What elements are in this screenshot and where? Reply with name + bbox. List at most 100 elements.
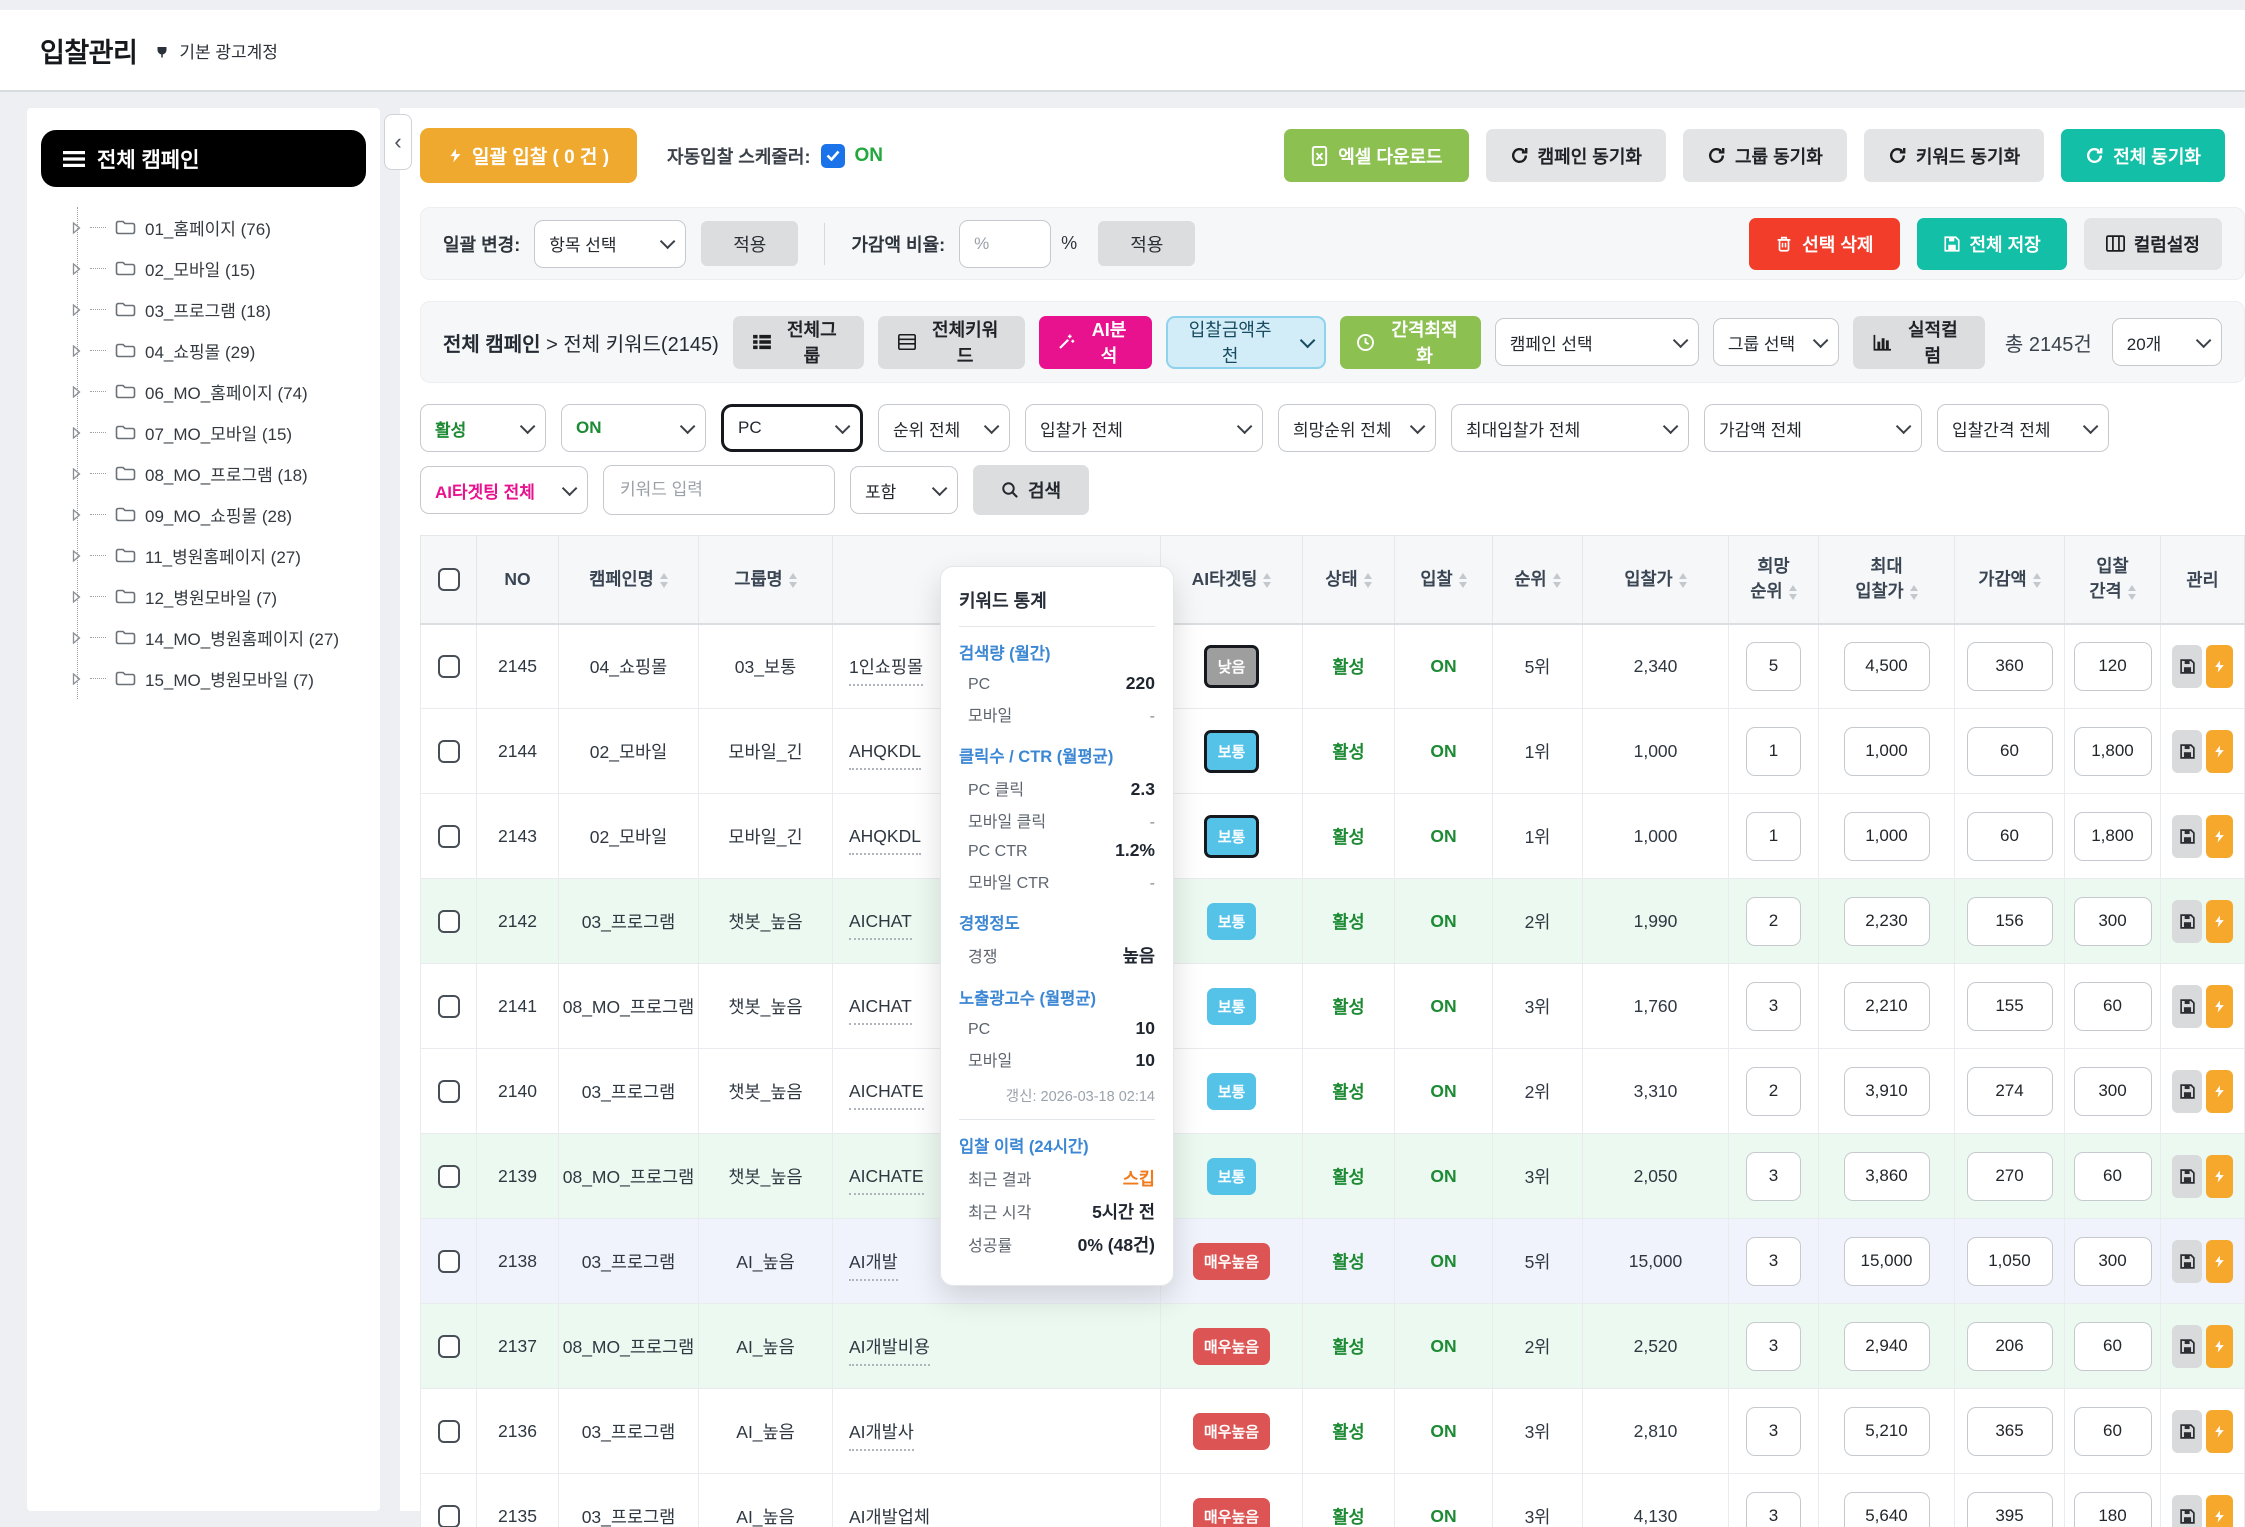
- hope-rank-input[interactable]: [1746, 1152, 1801, 1201]
- bid-price-filter[interactable]: 입찰가 전체: [1025, 404, 1263, 452]
- campaign-tree-item[interactable]: 01_홈페이지 (76): [72, 207, 366, 248]
- max-bid-input[interactable]: [1844, 1492, 1930, 1527]
- keyword-link[interactable]: AICHATE: [849, 1081, 924, 1110]
- row-bid-now-button[interactable]: [2206, 900, 2233, 943]
- expander-icon[interactable]: [72, 263, 81, 275]
- row-checkbox[interactable]: [438, 1335, 460, 1358]
- max-bid-input[interactable]: [1844, 727, 1930, 776]
- excel-download-button[interactable]: 엑셀 다운로드: [1284, 129, 1468, 182]
- col-rank[interactable]: 순위: [1493, 536, 1583, 624]
- max-bid-input[interactable]: [1844, 642, 1930, 691]
- expander-icon[interactable]: [72, 509, 81, 521]
- ai-targeting-badge[interactable]: 보통: [1204, 730, 1260, 773]
- bid-interval-input[interactable]: [2074, 1407, 2152, 1456]
- interval-optimize-button[interactable]: 간격최적화: [1340, 316, 1480, 369]
- expander-icon[interactable]: [72, 345, 81, 357]
- hope-rank-input[interactable]: [1746, 642, 1801, 691]
- col-bid[interactable]: 입찰: [1395, 536, 1493, 624]
- hope-rank-input[interactable]: [1746, 1322, 1801, 1371]
- keyword-search-input[interactable]: [603, 465, 835, 515]
- ai-targeting-filter[interactable]: AI타겟팅 전체: [420, 466, 588, 514]
- row-save-button[interactable]: [2172, 1495, 2202, 1527]
- ai-targeting-badge[interactable]: 보통: [1207, 988, 1257, 1025]
- row-checkbox[interactable]: [438, 1420, 460, 1443]
- bid-interval-input[interactable]: [2074, 812, 2152, 861]
- adjust-amount-input[interactable]: [1967, 1237, 2053, 1286]
- column-settings-button[interactable]: 컬럼설정: [2084, 218, 2222, 270]
- row-bid-now-button[interactable]: [2206, 1240, 2233, 1283]
- row-save-button[interactable]: [2172, 1155, 2202, 1198]
- select-all-checkbox[interactable]: [438, 568, 460, 591]
- col-bid-price[interactable]: 입찰가: [1583, 536, 1729, 624]
- row-checkbox[interactable]: [438, 1165, 460, 1188]
- account-selector[interactable]: 기본 광고계정: [153, 38, 278, 63]
- hope-rank-input[interactable]: [1746, 727, 1801, 776]
- row-checkbox[interactable]: [438, 995, 460, 1018]
- campaign-tree-item[interactable]: 14_MO_병원홈페이지 (27): [72, 617, 366, 658]
- keyword-link[interactable]: AICHATE: [849, 1166, 924, 1195]
- bid-interval-input[interactable]: [2074, 1322, 2152, 1371]
- row-checkbox[interactable]: [438, 1080, 460, 1103]
- col-interval[interactable]: 입찰간격: [2065, 536, 2161, 624]
- campaign-tree-item[interactable]: 06_MO_홈페이지 (74): [72, 371, 366, 412]
- max-bid-input[interactable]: [1844, 812, 1930, 861]
- max-bid-input[interactable]: [1844, 1407, 1930, 1456]
- page-size-select[interactable]: 20개: [2112, 318, 2222, 366]
- expander-icon[interactable]: [72, 427, 81, 439]
- row-bid-now-button[interactable]: [2206, 1410, 2233, 1453]
- keyword-link[interactable]: AI개발사: [849, 1422, 914, 1451]
- group-select[interactable]: 그룹 선택: [1713, 318, 1839, 366]
- max-bid-input[interactable]: [1844, 1152, 1930, 1201]
- keyword-link[interactable]: AICHAT: [849, 911, 912, 940]
- row-checkbox[interactable]: [438, 740, 460, 763]
- bid-amount-suggest-button[interactable]: 입찰금액추천: [1166, 316, 1327, 369]
- row-save-button[interactable]: [2172, 730, 2202, 773]
- keyword-link[interactable]: AHQKDL: [849, 826, 921, 855]
- row-save-button[interactable]: [2172, 645, 2202, 688]
- adjust-filter[interactable]: 가감액 전체: [1704, 404, 1922, 452]
- col-group[interactable]: 그룹명: [699, 536, 833, 624]
- expander-icon[interactable]: [72, 304, 81, 316]
- delete-selected-button[interactable]: 선택 삭제: [1749, 218, 1899, 270]
- bulk-apply-button[interactable]: 적용: [701, 221, 798, 266]
- campaign-tree-item[interactable]: 04_쇼핑몰 (29): [72, 330, 366, 371]
- max-bid-filter[interactable]: 최대입찰가 전체: [1451, 404, 1689, 452]
- adjust-amount-input[interactable]: [1967, 1067, 2053, 1116]
- keyword-link[interactable]: AI개발: [849, 1252, 898, 1281]
- campaign-tree-item[interactable]: 08_MO_프로그램 (18): [72, 453, 366, 494]
- row-bid-now-button[interactable]: [2206, 645, 2233, 688]
- sidebar-collapse-button[interactable]: ‹: [384, 114, 412, 170]
- row-save-button[interactable]: [2172, 815, 2202, 858]
- row-bid-now-button[interactable]: [2206, 815, 2233, 858]
- row-bid-now-button[interactable]: [2206, 1495, 2233, 1527]
- ai-targeting-badge[interactable]: 보통: [1207, 903, 1257, 940]
- bid-interval-input[interactable]: [2074, 1152, 2152, 1201]
- row-save-button[interactable]: [2172, 985, 2202, 1028]
- row-checkbox[interactable]: [438, 825, 460, 848]
- col-campaign[interactable]: 캠페인명: [559, 536, 699, 624]
- sync-campaign-button[interactable]: 캠페인 동기화: [1486, 129, 1666, 182]
- bid-interval-input[interactable]: [2074, 982, 2152, 1031]
- col-status[interactable]: 상태: [1303, 536, 1395, 624]
- row-save-button[interactable]: [2172, 1410, 2202, 1453]
- campaign-tree-item[interactable]: 09_MO_쇼핑몰 (28): [72, 494, 366, 535]
- expander-icon[interactable]: [72, 468, 81, 480]
- adjust-amount-input[interactable]: [1967, 1492, 2053, 1527]
- row-checkbox[interactable]: [438, 1505, 460, 1527]
- ai-analysis-button[interactable]: AI분석: [1039, 316, 1151, 369]
- max-bid-input[interactable]: [1844, 1067, 1930, 1116]
- ai-targeting-badge[interactable]: 매우높음: [1193, 1413, 1270, 1450]
- bid-interval-input[interactable]: [2074, 897, 2152, 946]
- campaign-tree-item[interactable]: 03_프로그램 (18): [72, 289, 366, 330]
- ai-targeting-badge[interactable]: 보통: [1204, 815, 1260, 858]
- bid-interval-input[interactable]: [2074, 1237, 2152, 1286]
- max-bid-input[interactable]: [1844, 1322, 1930, 1371]
- expander-icon[interactable]: [72, 222, 81, 234]
- max-bid-input[interactable]: [1844, 982, 1930, 1031]
- row-checkbox[interactable]: [438, 1250, 460, 1273]
- keyword-link[interactable]: AICHAT: [849, 996, 912, 1025]
- bulk-item-select[interactable]: 항목 선택: [534, 220, 686, 268]
- ai-targeting-badge[interactable]: 매우높음: [1193, 1498, 1270, 1527]
- adjust-amount-input[interactable]: [1967, 812, 2053, 861]
- row-save-button[interactable]: [2172, 1325, 2202, 1368]
